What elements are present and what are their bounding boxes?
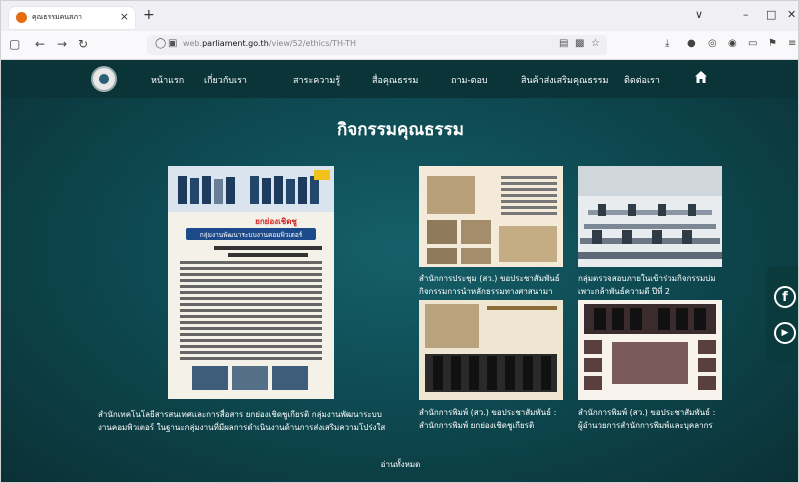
extension-flag-icon[interactable]: ⚑ (768, 38, 777, 49)
facebook-icon[interactable]: f (774, 286, 796, 308)
back-icon[interactable]: ← (35, 37, 45, 51)
reload-icon[interactable]: ↻ (78, 37, 88, 51)
card-caption-4-line-1: สำนักการพิมพ์ (สว.) ขอประชาสัมพันธ์ : (578, 408, 716, 417)
browser-window: คุณธรรมคนสภา × + ∨ – □ ✕ ▢ ← → ↻ ◯ ▣ web… (0, 0, 799, 483)
seminar-graphic (578, 166, 722, 267)
social-sidebar: f ▶ (766, 266, 798, 362)
maximize-button[interactable]: □ (766, 8, 776, 21)
poster-graphic: ยกย่องเชิดชู กลุ่มงานพัฒนาระบบงานคอมพิวเ… (168, 166, 334, 399)
yandex-icon[interactable]: ◉ (728, 38, 737, 49)
new-tab-button[interactable]: + (143, 7, 155, 23)
site-content: หน้าแรก เกี่ยวกับเรา สาระความรู้ สื่อคุณ… (1, 60, 798, 482)
tab-bar: คุณธรรมคนสภา × + ∨ – □ ✕ (1, 1, 798, 31)
forward-icon[interactable]: → (57, 37, 67, 51)
bookmark-star-icon[interactable]: ☆ (591, 38, 600, 49)
card-caption-1-line-2: กิจกรรมการนำหลักธรรมทางศาสนามา (419, 287, 553, 296)
tab-title: คุณธรรมคนสภา (32, 13, 82, 21)
nav-contact[interactable]: ติดต่อเรา (624, 73, 660, 87)
card-image-poster[interactable]: ยกย่องเชิดชู กลุ่มงานพัฒนาระบบงานคอมพิวเ… (168, 166, 334, 399)
card-caption-4-line-2: ผู้อำนวยการสำนักการพิมพ์และบุคลากร (578, 421, 713, 430)
url-text: web.parliament.go.th/view/52/ethics/TH-T… (183, 39, 356, 48)
extension-icon[interactable]: ◎ (708, 38, 717, 49)
card-caption-2-line-1: กลุ่มตรวจสอบภายในเข้าร่วมกิจกรรมบ่ม (578, 274, 716, 283)
site-favicon-icon (16, 12, 27, 23)
sidebar-icon[interactable]: ▢ (9, 37, 20, 51)
minimize-button[interactable]: – (743, 8, 749, 21)
tab-close-button[interactable]: × (120, 10, 129, 23)
list-all-tabs-icon[interactable]: ∨ (695, 8, 703, 21)
card-image-meeting[interactable] (419, 166, 563, 267)
browser-toolbar: ▢ ← → ↻ ◯ ▣ web.parliament.go.th/view/52… (1, 31, 798, 60)
browser-tab[interactable]: คุณธรรมคนสภา × (9, 7, 135, 29)
card-caption-2[interactable]: กลุ่มตรวจสอบภายในเข้าร่วมกิจกรรมบ่ม เพาะ… (578, 272, 736, 298)
card-caption-4[interactable]: สำนักการพิมพ์ (สว.) ขอประชาสัมพันธ์ : ผู… (578, 406, 736, 432)
translate-icon[interactable]: ▩ (575, 38, 584, 49)
url-path: /view/52/ethics/TH-TH (268, 39, 357, 48)
card-caption-1-line-1: สำนักการประชุม (สว.) ขอประชาสัมพันธ์ (419, 274, 560, 283)
nav-media[interactable]: สื่อคุณธรรม (372, 73, 418, 87)
meeting-graphic (419, 166, 563, 267)
card-caption-0[interactable]: สำนักเทคโนโลยีสารสนเทศและการสื่อสาร ยกย่… (98, 408, 428, 434)
card-image-seminar[interactable] (578, 166, 722, 267)
home-icon[interactable] (694, 70, 708, 84)
site-nav: หน้าแรก เกี่ยวกับเรา สาระความรู้ สื่อคุณ… (1, 60, 798, 98)
nav-knowledge[interactable]: สาระความรู้ (293, 73, 340, 87)
read-all-link[interactable]: อ่านทั้งหมด (1, 458, 798, 471)
youtube-icon[interactable]: ▶ (774, 322, 796, 344)
card-caption-0-line-1: สำนักเทคโนโลยีสารสนเทศและการสื่อสาร ยกย่… (98, 410, 382, 419)
close-window-button[interactable]: ✕ (787, 8, 796, 21)
card-caption-2-line-2: เพาะกล้าพันธ์ความดี ปีที่ 2 (578, 287, 670, 296)
address-bar[interactable]: ◯ ▣ web.parliament.go.th/view/52/ethics/… (147, 35, 607, 55)
url-prefix: web. (183, 39, 203, 48)
downloads-icon[interactable]: ⤓ (665, 38, 669, 49)
nav-products[interactable]: สินค้าส่งเสริมคุณธรรม (521, 73, 608, 87)
poster-title: ยกย่องเชิดชู (255, 217, 297, 227)
parliament-logo[interactable] (91, 66, 117, 92)
url-domain: parliament.go.th (202, 39, 269, 48)
reader-view-icon[interactable]: ▤ (559, 38, 568, 49)
menu-icon[interactable]: ≡ (788, 38, 796, 49)
card-caption-1[interactable]: สำนักการประชุม (สว.) ขอประชาสัมพันธ์ กิจ… (419, 272, 577, 298)
account-icon[interactable]: ● (687, 38, 696, 49)
card-caption-3[interactable]: สำนักการพิมพ์ (สว.) ขอประชาสัมพันธ์ : สำ… (419, 406, 577, 432)
card-caption-3-line-2: สำนักการพิมพ์ ยกย่องเชิดชูเกียรติ (419, 421, 535, 430)
card-caption-0-line-2: งานคอมพิวเตอร์ ในฐานะกลุ่มงานที่มีผลการด… (98, 423, 386, 432)
card-image-group-photo[interactable] (419, 300, 563, 400)
nav-home[interactable]: หน้าแรก (151, 73, 184, 87)
shield-icon[interactable]: ◯ (155, 38, 166, 49)
nav-faq[interactable]: ถาม-ตอบ (451, 73, 488, 87)
card-caption-3-line-1: สำนักการพิมพ์ (สว.) ขอประชาสัมพันธ์ : (419, 408, 557, 417)
group-photo-graphic (419, 300, 563, 400)
lock-icon[interactable]: ▣ (168, 38, 177, 49)
poster-subtitle: กลุ่มงานพัฒนาระบบงานคอมพิวเตอร์ (200, 231, 303, 239)
card-image-award[interactable] (578, 300, 722, 400)
nav-about[interactable]: เกี่ยวกับเรา (204, 73, 247, 87)
award-graphic (578, 300, 722, 400)
share-icon[interactable]: ▭ (748, 38, 757, 49)
page-title: กิจกรรมคุณธรรม (336, 120, 464, 140)
